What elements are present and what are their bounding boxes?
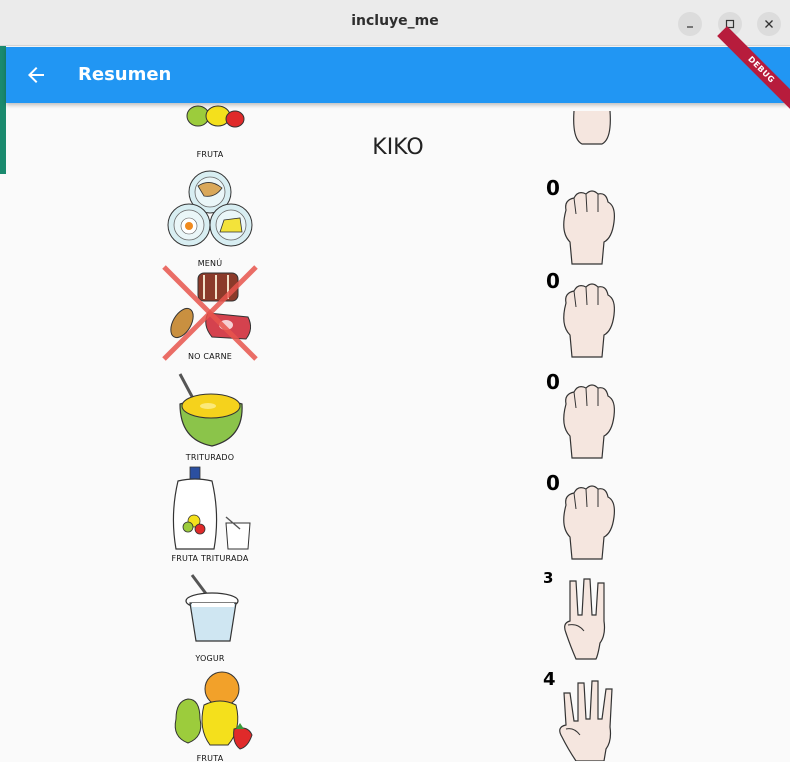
fist-hand-icon xyxy=(563,384,615,459)
child-name-heading: KIKO xyxy=(372,135,424,160)
three-fingers-hand-icon xyxy=(564,578,606,660)
list-item[interactable]: FRUTA 4 xyxy=(6,665,790,762)
item-label: FRUTA xyxy=(196,754,224,762)
puree-bowl-icon: TRITURADO xyxy=(160,364,260,464)
item-label: FRUTA TRITURADA xyxy=(171,554,249,563)
window-titlebar[interactable]: incluye_me xyxy=(0,0,790,46)
list-item[interactable]: MENÚ 0 xyxy=(6,170,790,270)
item-label: NO CARNE xyxy=(187,352,233,361)
fist-hand-icon xyxy=(563,485,615,560)
list-item[interactable]: YOGUR 3 xyxy=(6,565,790,665)
window-title: incluye_me xyxy=(351,13,439,29)
minimize-button[interactable] xyxy=(678,12,702,36)
menu-plates-icon: MENÚ xyxy=(160,170,260,270)
back-arrow-icon[interactable] xyxy=(24,63,48,87)
summary-list[interactable]: FRUTA KIKO MENÚ 0 NO CARNE 0 TRITURADO 0… xyxy=(6,103,790,762)
fist-hand-icon xyxy=(563,190,615,265)
list-item[interactable]: TRITURADO 0 xyxy=(6,364,790,464)
app-bar: Resumen DEBUG xyxy=(6,26,790,114)
minimize-icon xyxy=(687,26,693,28)
fruit-pouch-icon: FRUTA TRITURADA xyxy=(160,465,260,565)
four-fingers-hand-icon xyxy=(559,680,613,761)
list-item[interactable]: NO CARNE 0 xyxy=(6,263,790,363)
no-meat-icon: NO CARNE xyxy=(160,263,260,363)
fruit-icon: FRUTA xyxy=(160,665,260,762)
app-window: incluye_me Resumen DEBUG FRUTA KIKO MENÚ… xyxy=(0,0,790,762)
list-item[interactable]: FRUTA TRITURADA 0 xyxy=(6,465,790,565)
item-label: TRITURADO xyxy=(185,453,235,462)
item-label: YOGUR xyxy=(195,654,225,663)
fist-hand-icon xyxy=(563,283,615,358)
close-button[interactable] xyxy=(757,12,781,36)
yogurt-icon: YOGUR xyxy=(160,565,260,665)
close-icon xyxy=(765,20,773,28)
page-title: Resumen xyxy=(78,64,172,85)
